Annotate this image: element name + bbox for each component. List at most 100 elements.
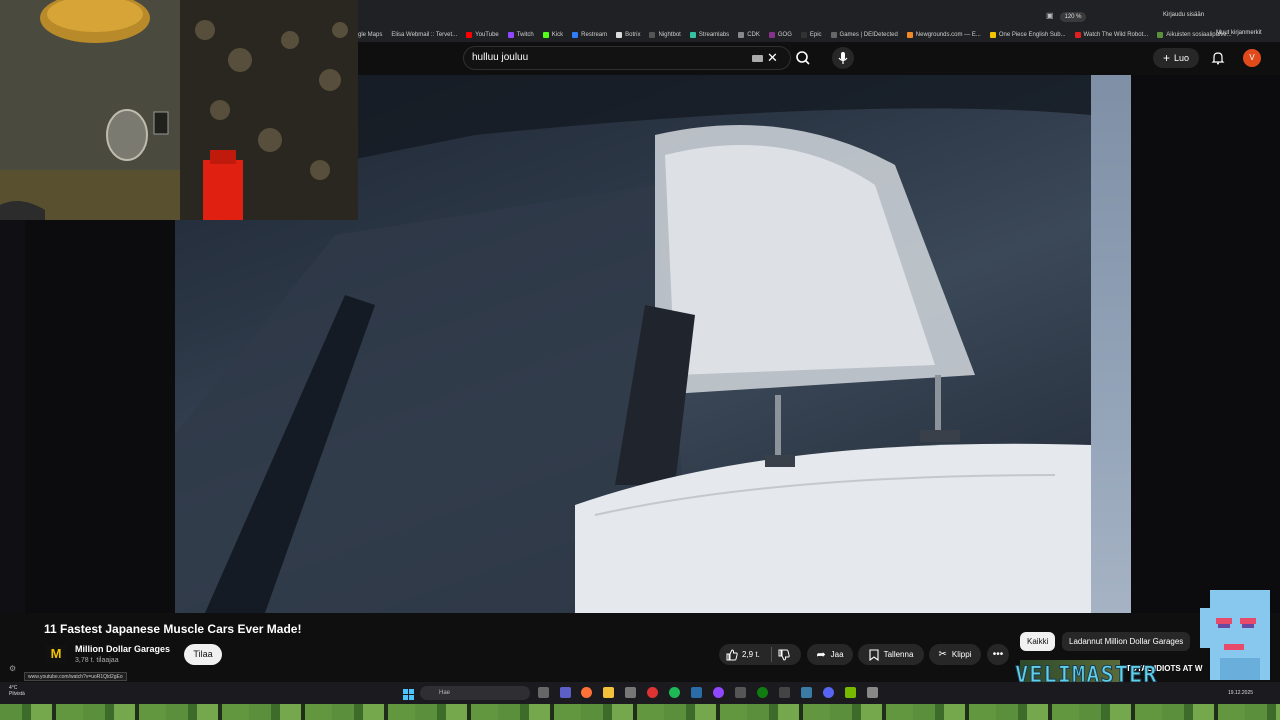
zoom-level-badge[interactable]: 120 % [1060,12,1086,22]
folder-icon[interactable] [603,687,614,698]
xbox-icon[interactable] [757,687,768,698]
bookmarks-bar: gle Maps Elisa Webmail :: Tervet... YouT… [358,28,1280,42]
weather-widget[interactable]: 4°C Pilvistä [9,685,25,697]
close-icon[interactable]: ✕ [767,50,778,66]
bookmark-item[interactable]: YouTube [466,32,499,38]
pixel-mascot [1200,588,1280,684]
taskbar-date[interactable]: 19.12.2025 [1228,690,1253,696]
video-edge [1091,75,1131,613]
steam-icon[interactable] [691,687,702,698]
gear-icon[interactable]: ⚙ [9,664,16,673]
bookmark-icon [869,648,879,661]
subscribe-button[interactable]: Tilaa [184,644,222,665]
save-label: Tallenna [883,650,914,659]
overlay-pixel-strip [0,704,1280,720]
bookmark-item[interactable]: One Piece English Sub... [989,32,1066,38]
bookmark-label: Games | DEIDetected [839,32,898,38]
clip-button[interactable]: ✂ Klippi [929,644,981,665]
bookmark-label: Twitch [516,32,534,38]
settings-app-icon[interactable] [779,687,790,698]
filter-chip-channel[interactable]: Ladannut Million Dollar Garages [1062,632,1191,651]
like-dislike-group: 2,9 t. [719,644,801,665]
games-icon [830,32,837,38]
bookmark-item[interactable]: gle Maps [358,32,382,38]
bookmark-label: GOG [777,32,792,38]
bookmark-item[interactable]: Epic [800,32,822,38]
store-icon[interactable] [625,687,636,698]
like-button[interactable]: 2,9 t. [726,648,760,661]
streamlabs-icon [689,32,696,38]
bookmark-item[interactable]: Botrix [616,32,640,38]
avatar[interactable]: V [1243,49,1261,67]
browser-toolbar-icons[interactable]: ▣ [1046,11,1054,20]
save-button[interactable]: Tallenna [858,644,924,665]
bookmark-label: YouTube [475,32,499,38]
twitch-icon [507,32,514,38]
taskbar-search[interactable]: Hae [420,686,530,700]
windows-taskbar [0,682,1280,704]
bell-icon[interactable] [1211,51,1225,70]
share-label: Jaa [830,650,844,659]
share-button[interactable]: ➦ Jaa [807,644,853,665]
cdk-icon [738,32,745,38]
filter-chip-all[interactable]: Kaikki [1020,632,1056,651]
nvidia-icon[interactable] [845,687,856,698]
bookmark-item[interactable]: Twitch [507,32,534,38]
windows-icon [403,689,414,700]
more-actions-button[interactable]: ••• [987,644,1009,665]
bookmark-label: Watch The Wild Robot... [1083,32,1149,38]
voice-search-button[interactable] [832,47,854,69]
bookmark-item[interactable]: CDK [738,32,760,38]
other-bookmarks[interactable]: Muut kirjanmerkit [1216,30,1262,36]
calculator-icon[interactable] [735,687,746,698]
search-button[interactable] [790,46,816,70]
bookmark-item[interactable]: Kick [542,32,564,38]
bookmark-label: Botrix [625,32,641,38]
task-view-icon[interactable] [538,687,549,698]
social-icon [1157,32,1164,38]
twitch-app-icon[interactable] [713,687,724,698]
left-dark-area [25,220,175,613]
bookmark-label: Kick [551,32,564,38]
more-icon: ••• [992,649,1004,660]
bookmark-label: Epic [809,32,822,38]
dislike-button[interactable] [778,649,790,661]
bookmark-item[interactable]: Nightbot [649,32,681,38]
create-button[interactable]: + Luo [1153,48,1199,68]
bookmark-item[interactable]: Newgrounds.com — E... [906,32,981,38]
kick-icon [542,32,549,38]
bookmark-label: CDK [747,32,760,38]
teams-icon[interactable] [560,687,571,698]
keyboard-icon[interactable] [752,55,763,62]
bookmark-item[interactable]: Games | DEIDetected [830,32,898,38]
bookmark-label: Newgrounds.com — E... [915,32,981,38]
spotify-icon[interactable] [669,687,680,698]
newgrounds-icon [906,32,913,38]
status-url: www.youtube.com/watch?v=uoR1Qld2gEo [24,672,127,681]
obs-icon[interactable] [647,687,658,698]
bookmark-item[interactable]: GOG [768,32,792,38]
app-icon[interactable] [801,687,812,698]
bookmark-label: Restream [581,32,608,38]
bookmark-item[interactable]: Watch The Wild Robot... [1074,32,1149,38]
channel-avatar[interactable]: M [46,645,66,663]
login-link[interactable]: Kirjaudu sisään [1163,12,1204,18]
discord-icon[interactable] [823,687,834,698]
thumbs-down-icon [778,649,790,661]
divider [771,647,772,662]
bookmark-label: Streamlabs [698,32,730,38]
firefox-icon[interactable] [581,687,592,698]
left-margin [0,220,25,613]
channel-name[interactable]: Million Dollar Garages [75,644,170,654]
bookmark-label: Nightbot [658,32,681,38]
webcam-overlay [0,0,358,220]
like-count: 2,9 t. [742,650,760,659]
subscriber-count: 3,78 t. tilaajaa [75,657,119,664]
windows-start-button[interactable] [403,687,414,700]
right-dark-area [1131,75,1280,613]
bookmark-item[interactable]: Streamlabs [689,32,730,38]
restream-icon [572,32,579,38]
bookmark-item[interactable]: Restream [572,32,607,38]
bookmark-item[interactable]: Elisa Webmail :: Tervet... [391,32,457,38]
app-icon[interactable] [867,687,878,698]
